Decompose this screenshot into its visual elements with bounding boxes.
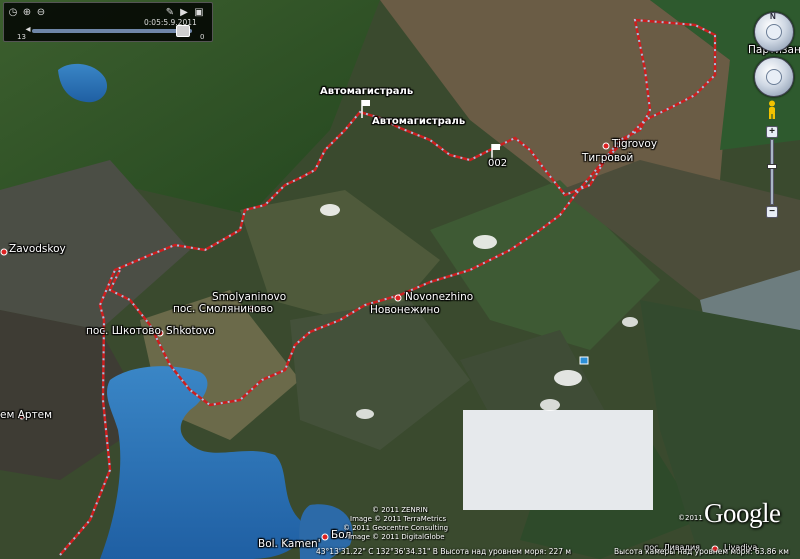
zoom-out-time-icon[interactable]: ⊖ [35, 7, 47, 19]
place-label-shkotovo: Shkotovo [166, 325, 215, 337]
copyright-geocentre: © 2011 Geocentre Consulting [343, 524, 449, 532]
zoom-out-button[interactable]: − [766, 206, 778, 218]
google-logo: Google [704, 498, 781, 528]
place-label-novonezhino-ru: Новонежино [370, 304, 440, 316]
time-slider-left-value: 13 [17, 33, 26, 41]
terrain-imagery [0, 0, 800, 559]
place-dot-icon [321, 533, 329, 541]
place-label-tigrovoy: Tigrovoy [612, 138, 658, 150]
copyright-terrametrics: Image © 2011 TerraMetrics [350, 515, 447, 523]
place-label-smolyaninovo: Smolyaninovo [212, 291, 287, 303]
zoom-thumb[interactable] [767, 164, 777, 169]
move-ring-icon[interactable] [754, 57, 794, 97]
waypoint-label: 002 [488, 158, 508, 169]
photo-marker-icon [579, 356, 589, 365]
place-dot-icon [602, 142, 610, 150]
zoom-in-time-icon[interactable]: ⊕ [21, 7, 33, 19]
zoom-in-button[interactable]: + [766, 126, 778, 138]
zoom-slider[interactable]: + − [766, 126, 778, 218]
highway-label: Автомагистраль [372, 116, 466, 127]
place-label-shkotovo-ru: пос. Шкотово [86, 325, 161, 337]
look-eye-icon[interactable] [766, 24, 782, 40]
copyright-year: ©2011 [678, 514, 703, 522]
eye-altitude: Высота камеры над уровнем моря: 63.86 км [614, 547, 789, 556]
place-dot-icon [394, 294, 402, 302]
place-dot-icon [0, 248, 8, 256]
pointer-coordinates: 43°13'31.22" С 132°36'34.31" В Высота на… [316, 547, 572, 556]
place-label-tigrovoy-ru: Тигровой [582, 152, 634, 164]
copyright-digitalglobe: Image © 2011 DigitalGlobe [348, 533, 445, 541]
place-label-novonezhino: Novonezhino [405, 291, 474, 303]
time-slider-track[interactable] [32, 29, 192, 33]
satellite-map[interactable]: Автомагистраль Автомагистраль 002 Tigrov… [0, 0, 800, 559]
compass-ring-icon[interactable]: N [754, 12, 794, 52]
time-slider-right-value: 0 [200, 33, 205, 41]
zoom-rail[interactable] [770, 139, 774, 205]
copyright-zenrin: © 2011 ZENRIN [372, 506, 428, 514]
clock-icon[interactable]: ◷ [7, 7, 19, 19]
pegman-icon[interactable] [766, 100, 778, 120]
highway-label: Автомагистраль [320, 86, 414, 97]
place-label-artem: ем Артем [0, 409, 53, 421]
time-slider-handle[interactable] [176, 25, 190, 37]
place-label-smolyaninovo-ru: пос. Смоляниново [173, 303, 274, 315]
time-slider[interactable]: ◷ ⊕ ⊖ ✎ ▶ ▣ 0:05:5.9.2011 ◂ 13 0 [3, 2, 213, 42]
place-label-zavodskoy: Zavodskoy [9, 243, 66, 255]
north-indicator-icon[interactable]: N [770, 12, 776, 21]
status-bar: 43°13'31.22" С 132°36'34.31" В Высота на… [0, 546, 800, 559]
move-hand-icon[interactable] [766, 69, 782, 85]
